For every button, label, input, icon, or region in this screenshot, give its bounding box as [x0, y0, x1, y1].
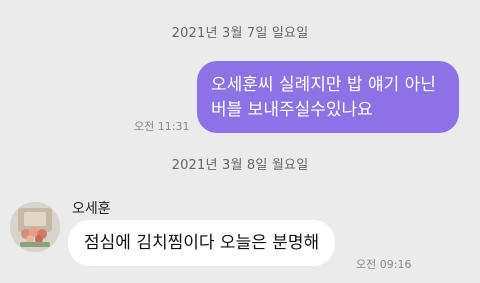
avatar[interactable]: [10, 202, 60, 252]
date-divider: 2021년 3월 7일 일요일: [171, 26, 309, 41]
message-timestamp: 오전 09:16: [356, 258, 412, 271]
message-text-line: 오세훈씨 실례지만 밥 얘기 아닌: [211, 75, 436, 95]
outgoing-message-bubble[interactable]: 오세훈씨 실례지만 밥 얘기 아닌 버블 보내주실수있나요: [197, 61, 459, 133]
avatar-image: [10, 202, 60, 252]
date-divider: 2021년 3월 8일 월요일: [171, 158, 309, 173]
incoming-message-bubble[interactable]: 점심에 김치찜이다 오늘은 분명해: [68, 220, 336, 266]
message-text-line: 버블 보내주실수있나요: [211, 100, 373, 120]
message-timestamp: 오전 11:31: [134, 120, 190, 133]
sender-name: 오세훈: [72, 201, 111, 217]
